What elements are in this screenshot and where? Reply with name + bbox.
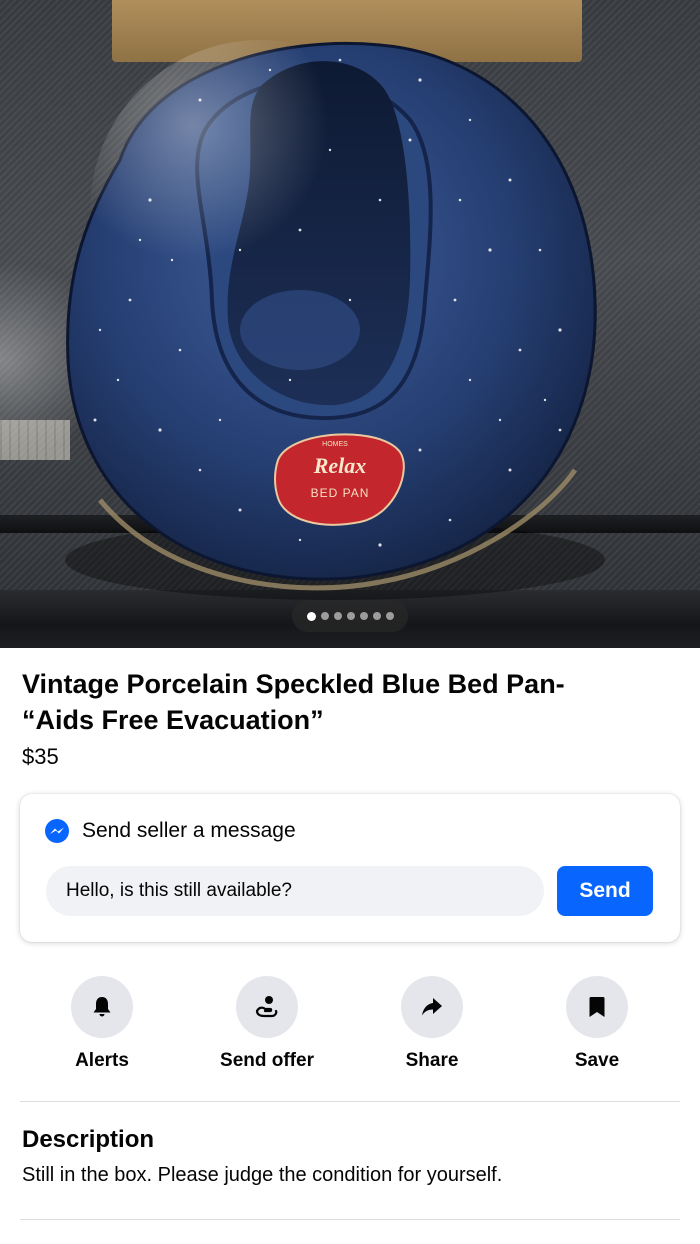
section-divider [20,1101,680,1102]
svg-text:Relax: Relax [313,453,367,478]
bookmark-icon [589,997,605,1017]
carousel-dot[interactable] [385,612,394,620]
alerts-circle [71,976,133,1038]
send-offer-button[interactable]: Send offer [197,976,337,1072]
send-offer-circle [236,976,298,1038]
carousel-dot[interactable] [346,612,355,620]
send-button[interactable]: Send [557,866,653,916]
messenger-icon [45,819,69,843]
bell-icon [93,997,111,1017]
carousel-dot[interactable] [372,612,381,620]
message-input[interactable]: Hello, is this still available? [46,866,544,916]
carousel-dot[interactable] [333,612,342,620]
save-circle [566,976,628,1038]
description-heading: Description [22,1126,155,1153]
message-card-header: Send seller a message [44,818,296,844]
carousel-dot[interactable] [359,612,368,620]
alerts-label: Alerts [75,1050,129,1071]
carousel-dot[interactable] [306,611,316,621]
share-arrow-icon [422,998,442,1016]
bed-pan-image: HOMES Relax BED PAN [65,40,605,600]
description-text: Still in the box. Please judge the condi… [22,1164,503,1186]
listing-title: Vintage Porcelain Speckled Blue Bed Pan-… [22,669,565,735]
save-button[interactable]: Save [527,976,667,1072]
alerts-button[interactable]: Alerts [32,976,172,1072]
action-row: Alerts Send offer Share Save [0,976,700,1076]
carousel-dot[interactable] [320,612,329,620]
svg-text:BED PAN: BED PAN [311,486,370,500]
share-circle [401,976,463,1038]
listing-photo[interactable]: HOMES Relax BED PAN [0,0,700,648]
carousel-indicator[interactable] [292,600,408,632]
message-seller-card: Send seller a message Hello, is this sti… [20,794,680,942]
send-offer-label: Send offer [220,1050,314,1071]
section-divider-bottom [20,1219,680,1220]
share-button[interactable]: Share [362,976,502,1072]
offer-hand-icon [255,996,278,1018]
save-label: Save [574,1050,620,1071]
listing-price: $35 [22,744,59,769]
share-label: Share [405,1050,459,1071]
svg-text:HOMES: HOMES [322,441,348,448]
message-card-title: Send seller a message [82,819,296,842]
